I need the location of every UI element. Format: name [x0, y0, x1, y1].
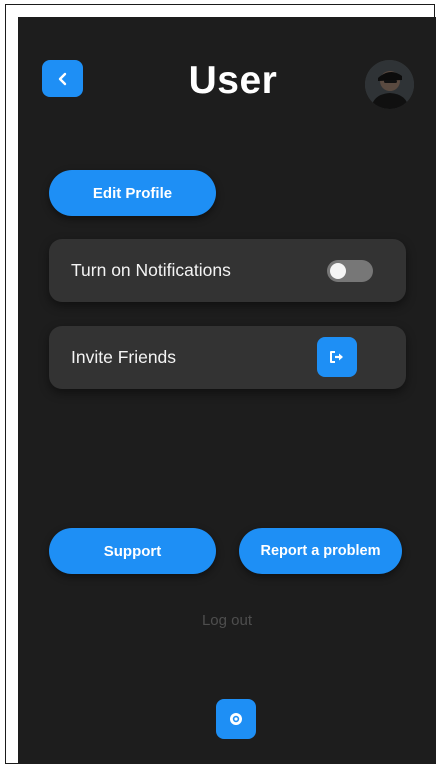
- phone-frame: User Edit Profile Turn on Notifications …: [5, 4, 436, 764]
- report-problem-button[interactable]: Report a problem: [239, 528, 402, 574]
- user-screen: User Edit Profile Turn on Notifications …: [18, 17, 436, 764]
- logout-link[interactable]: Log out: [18, 612, 436, 629]
- gear-icon: [230, 713, 242, 725]
- invite-friends-card[interactable]: Invite Friends: [49, 326, 406, 389]
- notifications-label: Turn on Notifications: [71, 260, 231, 280]
- notifications-card: Turn on Notifications: [49, 239, 406, 302]
- toggle-knob: [330, 263, 346, 279]
- invite-friends-label: Invite Friends: [71, 347, 177, 367]
- avatar[interactable]: [365, 60, 414, 109]
- share-arrow-icon: [330, 351, 343, 363]
- invite-friends-button[interactable]: [317, 337, 357, 377]
- avatar-image: [365, 60, 414, 109]
- support-button[interactable]: Support: [49, 528, 216, 574]
- edit-profile-button[interactable]: Edit Profile: [49, 170, 216, 216]
- notifications-toggle[interactable]: [327, 260, 373, 282]
- settings-button[interactable]: [216, 699, 256, 739]
